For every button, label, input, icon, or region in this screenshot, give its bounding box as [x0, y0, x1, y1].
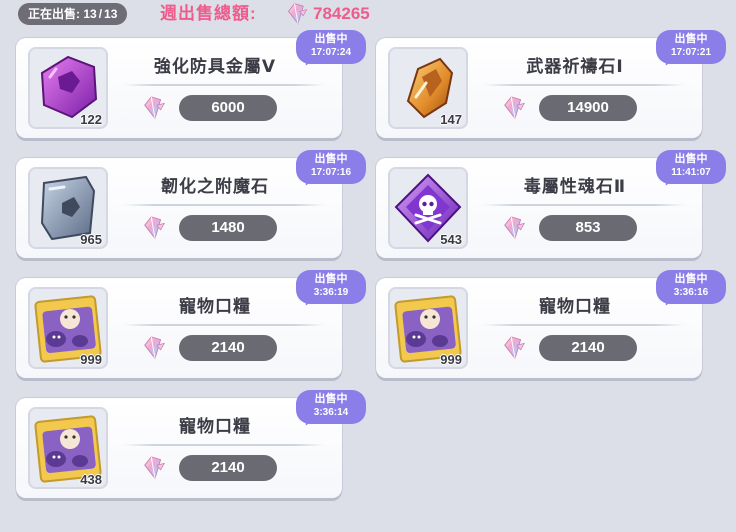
item-quantity: 999 [80, 352, 102, 367]
divider [124, 84, 324, 86]
item-name: 寵物口糧 [179, 297, 251, 316]
status-bubble: 出售中 3:36:19 [296, 270, 366, 309]
divider [484, 204, 684, 206]
crystal-gem-icon [144, 96, 165, 119]
item-thumbnail: 965 [28, 167, 108, 249]
divider [124, 444, 324, 446]
status-label: 出售中 [674, 153, 708, 165]
status-bubble: 出售中 17:07:16 [296, 150, 366, 189]
item-name: 寵物口糧 [179, 417, 251, 436]
status-label: 出售中 [314, 153, 348, 165]
listing-card[interactable]: 122 強化防具金屬Ⅴ 6000 出售中 17:07:24 [16, 30, 366, 138]
price-value: 1480 [179, 215, 277, 241]
item-name: 武器祈禱石Ⅰ [526, 57, 624, 76]
remaining-time: 17:07:24 [310, 47, 352, 58]
status-bubble: 出售中 3:36:14 [296, 390, 366, 429]
item-quantity: 438 [80, 472, 102, 487]
price-value: 2140 [539, 335, 637, 361]
weekly-total-value: 784265 [313, 4, 370, 23]
listing-card[interactable]: 543 毒屬性魂石Ⅱ 853 出售中 11:41:07 [376, 150, 726, 258]
item-name: 毒屬性魂石Ⅱ [523, 177, 627, 196]
crystal-gem-icon [144, 216, 165, 239]
crystal-gem-icon [288, 3, 308, 24]
item-name: 寵物口糧 [539, 297, 611, 316]
item-thumbnail: 543 [388, 167, 468, 249]
divider [124, 204, 324, 206]
divider [124, 324, 324, 326]
item-thumbnail: 999 [28, 287, 108, 369]
remaining-time: 11:41:07 [671, 167, 711, 178]
status-bubble: 出售中 11:41:07 [656, 150, 726, 189]
item-name: 韌化之附魔石 [161, 177, 269, 196]
item-quantity: 965 [80, 232, 102, 247]
listing-card[interactable]: 438 寵物口糧 2140 出售中 3:36:14 [16, 390, 366, 498]
price-value: 853 [539, 215, 637, 241]
item-quantity: 999 [440, 352, 462, 367]
item-thumbnail: 438 [28, 407, 108, 489]
divider [484, 324, 684, 326]
item-thumbnail: 147 [388, 47, 468, 129]
remaining-time: 17:07:16 [310, 167, 352, 178]
status-label: 出售中 [674, 273, 708, 285]
item-thumbnail: 122 [28, 47, 108, 129]
price-value: 14900 [539, 95, 637, 121]
sale-count-current: 13 [83, 7, 97, 21]
item-quantity: 543 [440, 232, 462, 247]
remaining-time: 3:36:19 [313, 287, 349, 298]
status-label: 出售中 [314, 273, 348, 285]
listing-card[interactable]: 999 寵物口糧 2140 出售中 3:36:19 [16, 270, 366, 378]
remaining-time: 17:07:21 [670, 47, 712, 58]
item-quantity: 122 [80, 112, 102, 127]
weekly-total-label: 週出售總額: [160, 4, 257, 23]
status-label: 出售中 [674, 33, 708, 45]
price-value: 2140 [179, 455, 277, 481]
crystal-gem-icon [144, 336, 165, 359]
divider [484, 84, 684, 86]
item-thumbnail: 999 [388, 287, 468, 369]
status-bubble: 出售中 17:07:21 [656, 30, 726, 69]
crystal-gem-icon [504, 96, 525, 119]
remaining-time: 3:36:16 [673, 287, 709, 298]
status-label: 出售中 [314, 33, 348, 45]
listing-card[interactable]: 965 韌化之附魔石 1480 出售中 17:07:16 [16, 150, 366, 258]
sale-count-badge: 正在出售: 13/13 [18, 3, 128, 25]
item-name: 強化防具金屬Ⅴ [153, 57, 277, 76]
price-value: 2140 [179, 335, 277, 361]
status-bubble: 出售中 3:36:16 [656, 270, 726, 309]
sale-count-label: 正在出售: [28, 7, 80, 21]
price-value: 6000 [179, 95, 277, 121]
listing-card[interactable]: 147 武器祈禱石Ⅰ 14900 出售中 17:07:21 [376, 30, 726, 138]
crystal-gem-icon [504, 216, 525, 239]
sales-header: 正在出售: 13/13 週出售總額: 784265 [0, 0, 736, 32]
crystal-gem-icon [144, 456, 165, 479]
remaining-time: 3:36:14 [313, 407, 349, 418]
status-bubble: 出售中 17:07:24 [296, 30, 366, 69]
sale-count-total: 13 [104, 7, 118, 21]
crystal-gem-icon [504, 336, 525, 359]
status-label: 出售中 [314, 393, 348, 405]
listing-card[interactable]: 999 寵物口糧 2140 出售中 3:36:16 [376, 270, 726, 378]
item-quantity: 147 [440, 112, 462, 127]
